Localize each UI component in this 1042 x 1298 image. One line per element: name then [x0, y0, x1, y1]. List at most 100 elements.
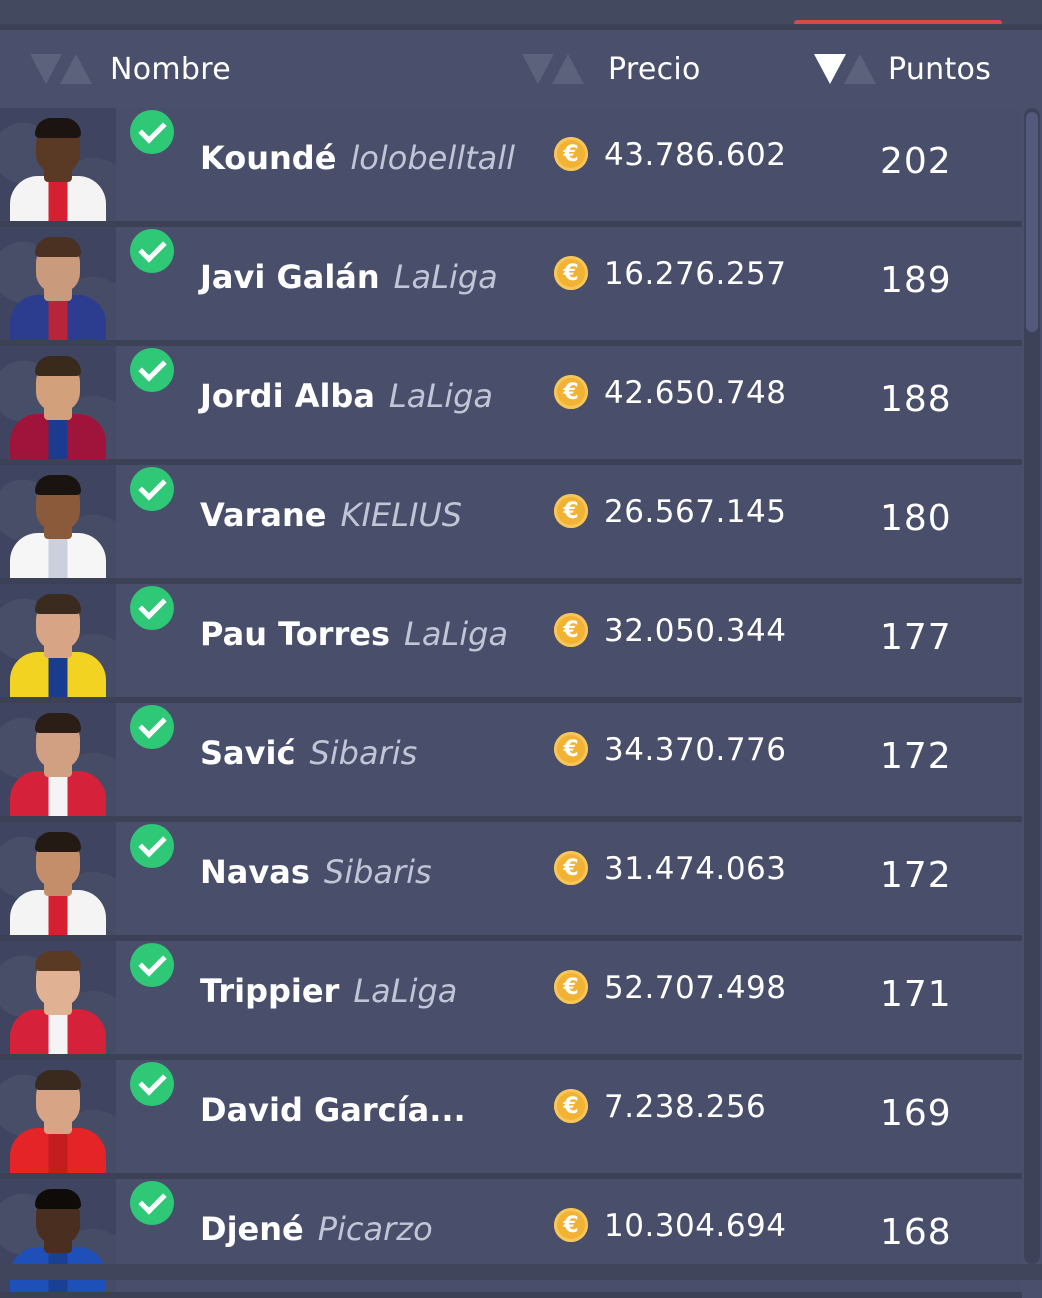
points-column-label: Puntos [888, 51, 992, 87]
sort-arrows-icon [522, 54, 584, 84]
coin-icon: € [554, 1089, 588, 1123]
sort-by-name-header[interactable]: Nombre [30, 30, 231, 108]
sort-descending-active-icon [814, 54, 876, 84]
sort-arrows-icon [30, 54, 92, 84]
player-owner: lolobelltall [350, 139, 516, 177]
coin-icon: € [554, 137, 588, 171]
player-points: 202 [880, 141, 952, 182]
name-column-label: Nombre [110, 51, 231, 87]
player-name: Javi Galán [200, 258, 380, 296]
coin-icon: € [554, 851, 588, 885]
player-name-cell[interactable]: Navas Sibaris [200, 852, 432, 892]
player-owner: Sibaris [309, 734, 418, 772]
player-row[interactable]: Javi Galán LaLiga € 16.276.257 189 [0, 227, 1022, 346]
player-points: 169 [880, 1093, 952, 1134]
player-points: 188 [880, 379, 952, 420]
player-photo [0, 941, 116, 1054]
player-row[interactable]: Varane KIELIUS € 26.567.145 180 [0, 465, 1022, 584]
player-name: Varane [200, 496, 327, 534]
player-name-cell[interactable]: Jordi Alba LaLiga [200, 376, 493, 416]
player-row[interactable]: Djené Picarzo € 10.304.694 168 [0, 1179, 1022, 1298]
player-points: 189 [880, 260, 952, 301]
coin-icon: € [554, 375, 588, 409]
player-row[interactable]: Pau Torres LaLiga € 32.050.344 177 [0, 584, 1022, 703]
player-name: Koundé [200, 139, 337, 177]
player-price: 32.050.344 [604, 613, 787, 649]
player-price: 7.238.256 [604, 1089, 767, 1125]
coin-icon: € [554, 256, 588, 290]
player-name: Navas [200, 853, 310, 891]
player-name-cell[interactable]: David García... [200, 1090, 480, 1130]
player-list: Koundé lolobelltall € 43.786.602 202 Javi… [0, 108, 1022, 1298]
player-points: 171 [880, 974, 952, 1015]
player-owner: KIELIUS [340, 496, 463, 534]
bottom-edge [0, 1264, 1042, 1280]
available-check-icon[interactable] [130, 824, 174, 868]
player-owner: LaLiga [353, 972, 458, 1010]
coin-icon: € [554, 1208, 588, 1242]
player-name: Pau Torres [200, 615, 390, 653]
available-check-icon[interactable] [130, 348, 174, 392]
player-price: 52.707.498 [604, 970, 787, 1006]
player-name: Jordi Alba [200, 377, 375, 415]
coin-icon: € [554, 613, 588, 647]
player-price: 26.567.145 [604, 494, 787, 530]
player-row[interactable]: Trippier LaLiga € 52.707.498 171 [0, 941, 1022, 1060]
player-row[interactable]: Jordi Alba LaLiga € 42.650.748 188 [0, 346, 1022, 465]
player-price: 43.786.602 [604, 137, 787, 173]
available-check-icon[interactable] [130, 705, 174, 749]
player-points: 172 [880, 855, 952, 896]
player-row[interactable]: Navas Sibaris € 31.474.063 172 [0, 822, 1022, 941]
player-points: 172 [880, 736, 952, 777]
player-photo [0, 1060, 116, 1173]
player-price: 31.474.063 [604, 851, 787, 887]
player-name: Trippier [200, 972, 340, 1010]
player-owner: LaLiga [393, 258, 498, 296]
player-name: Djené [200, 1210, 304, 1248]
player-photo [0, 465, 116, 578]
player-name-cell[interactable]: Savić Sibaris [200, 733, 417, 773]
scrollbar-thumb[interactable] [1026, 112, 1038, 332]
player-name: David García... [200, 1091, 466, 1129]
coin-icon: € [554, 970, 588, 1004]
player-name-cell[interactable]: Pau Torres LaLiga [200, 614, 508, 654]
player-name-cell[interactable]: Koundé lolobelltall [200, 138, 515, 178]
available-check-icon[interactable] [130, 1181, 174, 1225]
player-photo [0, 346, 116, 459]
player-owner: Sibaris [323, 853, 432, 891]
player-name-cell[interactable]: Djené Picarzo [200, 1209, 433, 1249]
available-check-icon[interactable] [130, 586, 174, 630]
available-check-icon[interactable] [130, 467, 174, 511]
player-price: 16.276.257 [604, 256, 787, 292]
available-check-icon[interactable] [130, 110, 174, 154]
player-photo [0, 584, 116, 697]
player-photo [0, 227, 116, 340]
player-price: 10.304.694 [604, 1208, 787, 1244]
player-points: 180 [880, 498, 952, 539]
player-photo [0, 108, 116, 221]
player-points: 168 [880, 1212, 952, 1253]
player-owner: LaLiga [403, 615, 509, 653]
player-name: Savić [200, 734, 296, 772]
player-photo [0, 822, 116, 935]
player-row[interactable]: Savić Sibaris € 34.370.776 172 [0, 703, 1022, 822]
coin-icon: € [554, 732, 588, 766]
price-column-label: Precio [608, 51, 701, 87]
player-name-cell[interactable]: Trippier LaLiga [200, 971, 457, 1011]
player-price: 42.650.748 [604, 375, 787, 411]
available-check-icon[interactable] [130, 943, 174, 987]
available-check-icon[interactable] [130, 1062, 174, 1106]
available-check-icon[interactable] [130, 229, 174, 273]
player-row[interactable]: David García... € 7.238.256 169 [0, 1060, 1022, 1179]
player-row[interactable]: Koundé lolobelltall € 43.786.602 202 [0, 108, 1022, 227]
player-photo [0, 703, 116, 816]
player-points: 177 [880, 617, 952, 658]
player-price: 34.370.776 [604, 732, 787, 768]
player-name-cell[interactable]: Varane KIELIUS [200, 495, 462, 535]
coin-icon: € [554, 494, 588, 528]
sort-by-price-header[interactable]: Precio [522, 30, 701, 108]
player-name-cell[interactable]: Javi Galán LaLiga [200, 257, 498, 297]
player-owner: Picarzo [317, 1210, 433, 1248]
table-header: Nombre Precio Puntos [0, 30, 1042, 108]
sort-by-points-header[interactable]: Puntos [814, 30, 991, 108]
